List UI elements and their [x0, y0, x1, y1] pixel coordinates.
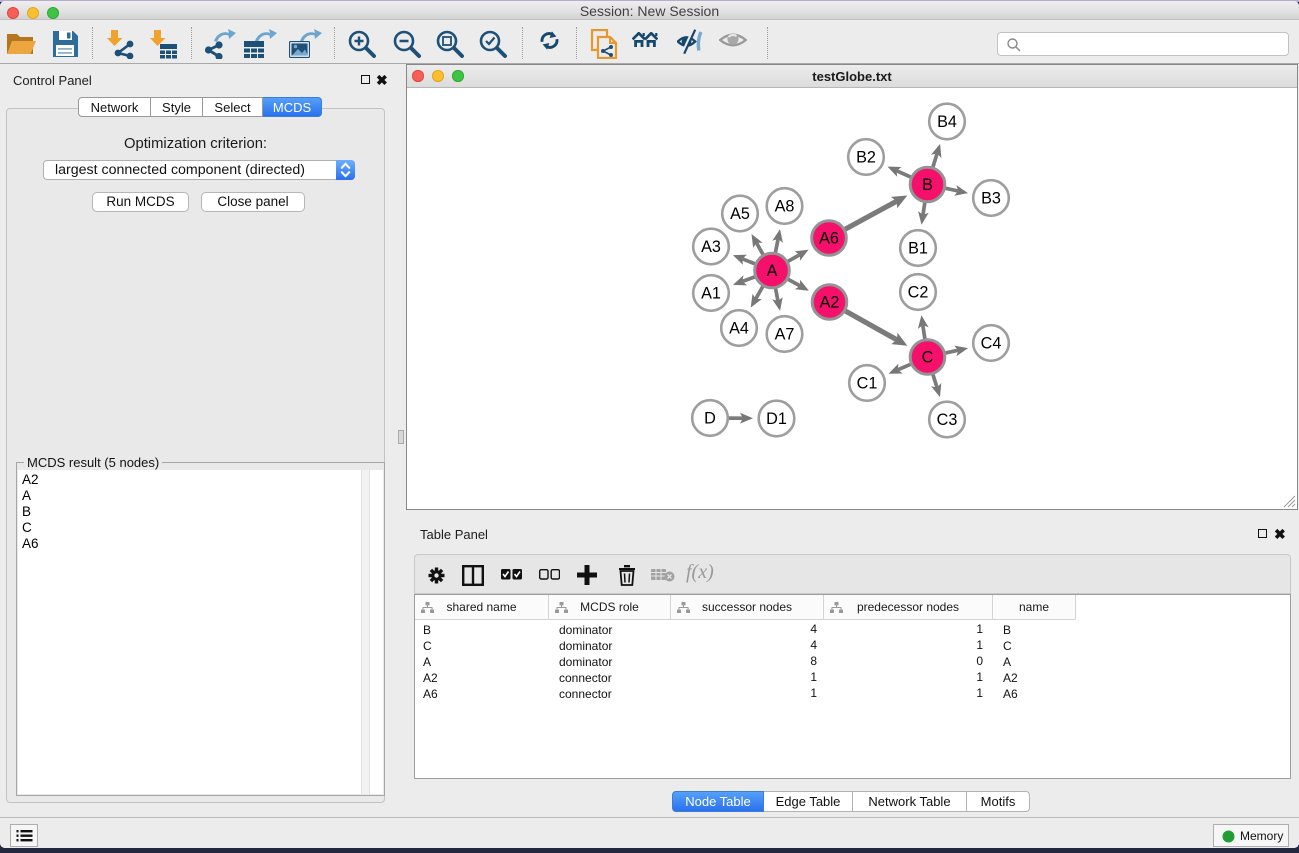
svg-text:A4: A4 [729, 320, 749, 338]
svg-text:B3: B3 [981, 190, 1001, 208]
svg-text:C3: C3 [937, 411, 958, 429]
svg-text:B4: B4 [937, 113, 957, 131]
svg-text:B: B [922, 176, 933, 194]
svg-text:A5: A5 [730, 205, 750, 223]
svg-text:C: C [922, 349, 934, 367]
svg-text:A1: A1 [701, 285, 721, 303]
svg-text:C4: C4 [981, 335, 1002, 353]
svg-text:A6: A6 [819, 230, 839, 248]
svg-text:B2: B2 [856, 149, 876, 167]
svg-text:A8: A8 [775, 198, 795, 216]
svg-text:C2: C2 [908, 284, 929, 302]
svg-text:C1: C1 [857, 375, 878, 393]
svg-text:D1: D1 [766, 410, 787, 428]
svg-text:A3: A3 [701, 238, 721, 256]
svg-text:B1: B1 [908, 240, 928, 258]
svg-text:D: D [704, 410, 716, 428]
svg-text:A: A [767, 262, 778, 280]
svg-text:A2: A2 [820, 294, 840, 312]
svg-text:A7: A7 [775, 326, 795, 344]
